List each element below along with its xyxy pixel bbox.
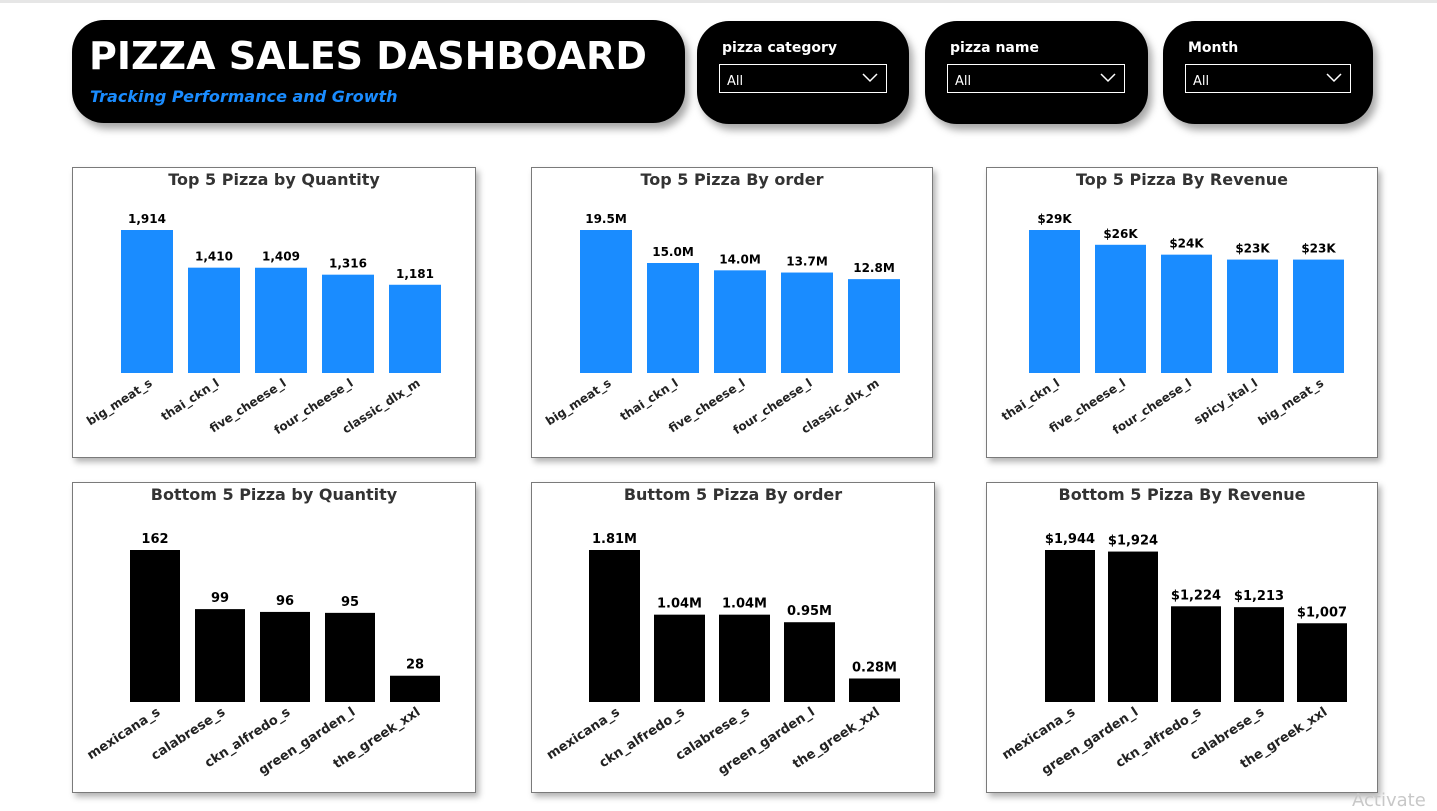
slicer-label: pizza category (722, 40, 838, 56)
bar-ckn_alfredo_s[interactable] (260, 611, 310, 702)
bar-five_cheese_l[interactable] (1095, 244, 1146, 373)
bar-thai_ckn_l[interactable] (647, 263, 699, 373)
bar-big_meat_s[interactable] (580, 230, 632, 373)
bar-four_cheese_l[interactable] (1161, 254, 1212, 373)
bar-mexicana_s[interactable] (589, 550, 640, 702)
data-label: $26K (1103, 227, 1138, 241)
chart-top5-order: Top 5 Pizza By order 19.5M big_meat_s 15.0… (531, 167, 933, 458)
bar-mexicana_s[interactable] (130, 550, 180, 702)
data-label: $1,944 (1045, 532, 1095, 547)
data-label: 99 (211, 591, 229, 606)
slicer-label: pizza name (950, 40, 1039, 56)
bar-green_garden_l[interactable] (325, 612, 375, 702)
data-label: 14.0M (719, 252, 761, 266)
data-label: 0.28M (852, 660, 897, 675)
chevron-down-icon (1100, 73, 1116, 83)
category-label: thai_ckn_l (158, 376, 222, 425)
category-label: big_meat_s (543, 376, 614, 429)
bar-four_cheese_l[interactable] (322, 274, 374, 373)
bar-mexicana_s[interactable] (1045, 550, 1095, 702)
month-dropdown[interactable]: All (1185, 64, 1351, 93)
data-label: 162 (141, 532, 168, 547)
bar-four_cheese_l[interactable] (781, 272, 833, 373)
dropdown-value: All (955, 74, 972, 89)
category-label: spicy_ital_l (1191, 376, 1260, 428)
chart-bottom5-quantity: Bottom 5 Pizza by Quantity 162 mexicana_s… (72, 482, 476, 793)
data-label: 28 (406, 658, 424, 673)
data-label: 13.7M (786, 255, 828, 269)
chart-svg: 19.5Mbig_meat_s15.0Mthai_ckn_l14.0Mfive_… (543, 212, 900, 438)
bar-thai_ckn_l[interactable] (188, 267, 240, 373)
bar-green_garden_l[interactable] (784, 622, 835, 702)
bar-the_greek_xxl[interactable] (1297, 623, 1347, 702)
chart-svg: 162mexicana_s99calabrese_s96ckn_alfredo_… (85, 532, 440, 778)
category-label: big_meat_s (1256, 376, 1327, 429)
data-label: 1,410 (195, 250, 233, 264)
data-label: 0.95M (787, 604, 832, 619)
data-label: 19.5M (585, 212, 627, 226)
bar-calabrese_s[interactable] (1234, 607, 1284, 702)
bar-big_meat_s[interactable] (121, 230, 173, 373)
data-label: 1,409 (262, 250, 300, 264)
data-label: $23K (1301, 242, 1336, 256)
chart-bottom5-order: Buttom 5 Pizza By order 1.81M mexicana_s 1… (531, 482, 935, 793)
data-label: $1,213 (1234, 589, 1284, 604)
bar-calabrese_s[interactable] (719, 614, 770, 702)
pizza-category-dropdown[interactable]: All (719, 64, 887, 93)
bar-green_garden_l[interactable] (1108, 551, 1158, 702)
slicer-month: Month All (1163, 21, 1373, 124)
data-label: $1,007 (1297, 605, 1347, 620)
category-label: big_meat_s (84, 376, 155, 429)
data-label: $24K (1169, 237, 1204, 251)
category-label: thai_ckn_l (617, 376, 681, 425)
chevron-down-icon (862, 73, 878, 83)
dropdown-value: All (1193, 74, 1210, 89)
data-label: 1,181 (396, 267, 434, 281)
bar-five_cheese_l[interactable] (255, 267, 307, 373)
data-label: 1.04M (657, 597, 702, 612)
data-label: 96 (276, 594, 294, 609)
bar-spicy_ital_l[interactable] (1227, 259, 1278, 373)
data-label: 1,914 (128, 212, 166, 226)
chart-bottom5-revenue: Bottom 5 Pizza By Revenue $1,944 mexicana… (986, 482, 1378, 793)
data-label: $29K (1037, 212, 1072, 226)
title-card: PIZZA SALES DASHBOARD Tracking Performan… (72, 20, 685, 123)
data-label: 1.04M (722, 597, 767, 612)
dropdown-value: All (727, 74, 744, 89)
chart-svg: 1,914big_meat_s1,410thai_ckn_l1,409five_… (84, 212, 441, 438)
bar-five_cheese_l[interactable] (714, 270, 766, 373)
bar-the_greek_xxl[interactable] (849, 678, 900, 702)
bar-ckn_alfredo_s[interactable] (654, 614, 705, 702)
chart-svg: $29Kthai_ckn_l$26Kfive_cheese_l$24Kfour_… (999, 212, 1344, 438)
chevron-down-icon (1326, 73, 1342, 83)
slicer-pizza-name: pizza name All (925, 21, 1148, 124)
data-label: 12.8M (853, 261, 895, 275)
slicer-label: Month (1188, 40, 1239, 56)
data-label: $1,924 (1108, 534, 1158, 549)
bar-classic_dlx_m[interactable] (848, 279, 900, 373)
bar-thai_ckn_l[interactable] (1029, 230, 1080, 373)
slicer-pizza-category: pizza category All (697, 21, 909, 124)
top-divider (0, 0, 1437, 3)
chart-top5-revenue: Top 5 Pizza By Revenue $29K thai_ckn_l $26… (986, 167, 1378, 458)
bar-classic_dlx_m[interactable] (389, 284, 441, 373)
data-label: 1.81M (592, 532, 637, 547)
chart-top5-quantity: Top 5 Pizza by Quantity 1,914 big_meat_s 1… (72, 167, 476, 458)
data-label: 15.0M (652, 245, 694, 259)
pizza-name-dropdown[interactable]: All (947, 64, 1125, 93)
bar-calabrese_s[interactable] (195, 609, 245, 702)
data-label: 1,316 (329, 257, 367, 271)
chart-svg: $1,944mexicana_s$1,924green_garden_l$1,2… (1000, 532, 1347, 778)
bar-ckn_alfredo_s[interactable] (1171, 606, 1221, 702)
data-label: 95 (341, 595, 359, 610)
page-subtitle: Tracking Performance and Growth (90, 87, 398, 106)
page-title: PIZZA SALES DASHBOARD (89, 34, 647, 78)
bar-big_meat_s[interactable] (1293, 259, 1344, 373)
category-label: thai_ckn_l (999, 376, 1063, 425)
bar-the_greek_xxl[interactable] (390, 675, 440, 702)
data-label: $23K (1235, 242, 1270, 256)
chart-svg: 1.81Mmexicana_s1.04Mckn_alfredo_s1.04Mca… (544, 532, 900, 778)
data-label: $1,224 (1171, 588, 1221, 603)
activation-watermark: Activate (1352, 790, 1426, 811)
